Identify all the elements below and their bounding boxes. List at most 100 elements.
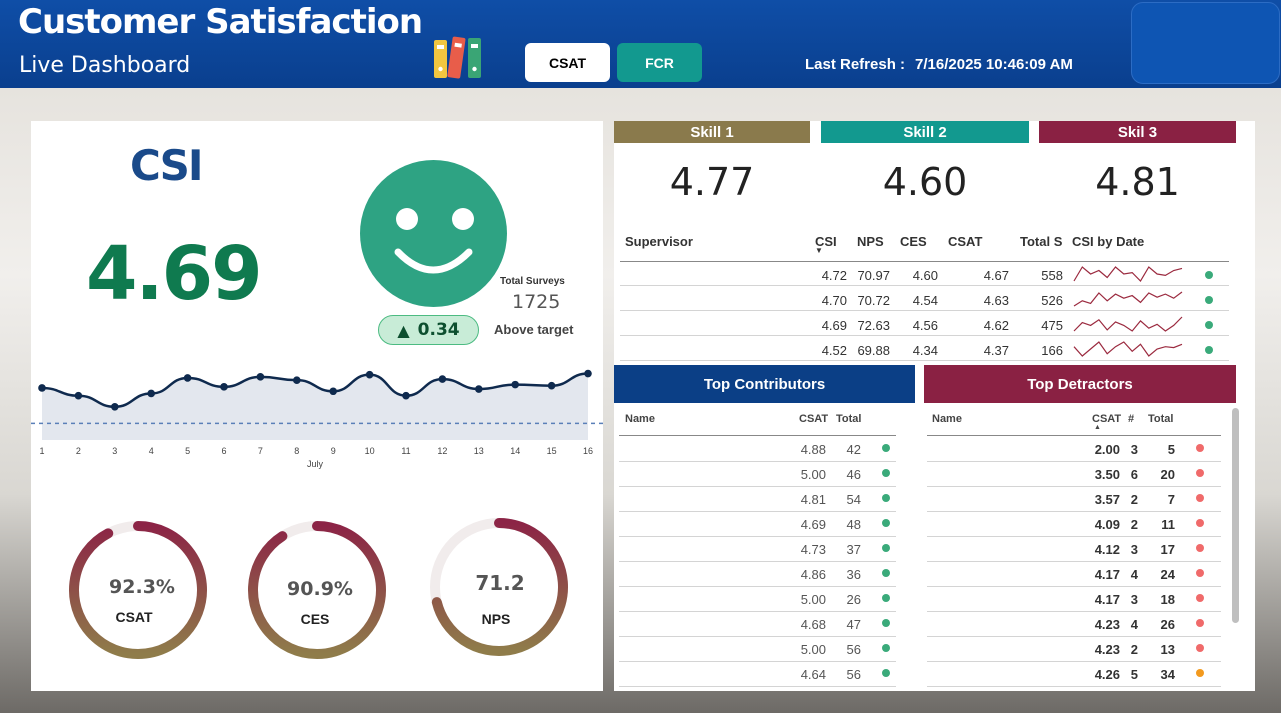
cell-total: 26: [846, 592, 861, 607]
cell-nps: 69.88: [857, 343, 890, 358]
status-dot: [1205, 346, 1213, 354]
col-csat[interactable]: CSAT: [948, 234, 982, 249]
header-divider: [620, 261, 1229, 262]
col-total[interactable]: Total S: [1020, 234, 1062, 249]
smiley-face-icon: [360, 160, 507, 307]
row-divider: [927, 686, 1221, 687]
status-dot: [1196, 594, 1204, 602]
status-dot: [882, 644, 890, 652]
x-tick-label: 14: [510, 446, 520, 456]
cell-total: 558: [1041, 268, 1063, 283]
refresh-label: Last Refresh :: [805, 56, 906, 73]
trend-point: [293, 376, 301, 384]
x-tick-label: 4: [149, 446, 154, 456]
detract-header-divider: [927, 435, 1221, 436]
x-tick-label: 16: [583, 446, 593, 456]
row-divider: [619, 536, 896, 537]
sparkline: [1073, 266, 1183, 282]
status-dot: [882, 544, 890, 552]
gauge-nps: 71.2 NPS: [430, 518, 568, 656]
cell-csat: 4.81: [800, 492, 826, 507]
x-tick-label: 5: [185, 446, 190, 456]
csi-trend-chart: July 1 2 3 4 5 6 7 8 9 10 11 12 13 14 15 16: [31, 369, 603, 469]
status-dot: [882, 469, 890, 477]
contrib-col-csat[interactable]: CSAT: [799, 413, 828, 425]
col-nps[interactable]: NPS: [857, 234, 884, 249]
cell-csat: 4.26: [1094, 667, 1120, 682]
gauge-label: CES: [301, 611, 330, 627]
cell-csat: 5.00: [800, 467, 826, 482]
top-detractors-header: Top Detractors: [924, 365, 1236, 403]
x-tick-label: 12: [437, 446, 447, 456]
cell-csat: 4.63: [983, 293, 1009, 308]
x-tick-label: 1: [39, 446, 44, 456]
status-dot: [882, 619, 890, 627]
row-divider: [927, 586, 1221, 587]
col-ces[interactable]: CES: [900, 234, 927, 249]
row-divider: [927, 511, 1221, 512]
header-logo-box: [1131, 2, 1280, 84]
contrib-col-total[interactable]: Total: [836, 413, 861, 425]
detract-col-name[interactable]: Name: [932, 413, 962, 425]
trend-point: [256, 373, 265, 381]
gauge-value: 90.9%: [287, 578, 353, 600]
trend-point: [38, 384, 46, 392]
trend-point: [475, 385, 483, 393]
x-tick-label: 7: [258, 446, 263, 456]
gauge-label: CSAT: [115, 609, 153, 625]
cell-total: 24: [1160, 567, 1175, 582]
header-bar: Customer Satisfaction Live Dashboard CSA…: [0, 0, 1281, 88]
contrib-col-name[interactable]: Name: [625, 413, 655, 425]
total-surveys-value: 1725: [512, 291, 561, 313]
x-tick-label: 10: [365, 446, 375, 456]
tab-fcr[interactable]: FCR: [617, 43, 702, 82]
detract-col-count[interactable]: #: [1128, 413, 1134, 425]
contrib-header-divider: [619, 435, 896, 436]
last-refresh: Last Refresh : 7/16/2025 10:46:09 AM: [805, 56, 1073, 73]
trend-point: [365, 370, 374, 379]
cell-total: 36: [846, 567, 861, 582]
cell-csat: 4.64: [800, 667, 826, 682]
row-divider: [619, 461, 896, 462]
sparkline-path: [1073, 341, 1183, 357]
cell-csat: 4.68: [800, 617, 826, 632]
books-icon: [434, 36, 481, 79]
status-dot: [1205, 296, 1213, 304]
col-supervisor[interactable]: Supervisor: [625, 234, 693, 249]
status-dot: [1196, 619, 1204, 627]
cell-count: 5: [1130, 667, 1138, 682]
detract-col-total[interactable]: Total: [1148, 413, 1173, 425]
x-tick-label: 8: [294, 446, 299, 456]
status-dot: [882, 569, 890, 577]
row-divider: [619, 636, 896, 637]
row-divider: [619, 586, 896, 587]
trend-point: [547, 381, 556, 390]
col-csi-by-date[interactable]: CSI by Date: [1072, 234, 1144, 249]
cell-total: 475: [1041, 318, 1063, 333]
cell-csat: 4.73: [800, 542, 826, 557]
skill-1-header: Skill 1: [614, 121, 810, 143]
row-divider: [619, 686, 896, 687]
cell-nps: 70.72: [857, 293, 890, 308]
trend-point: [402, 391, 410, 400]
detractors-scrollbar[interactable]: [1232, 408, 1239, 623]
cell-csat: 5.00: [800, 642, 826, 657]
cell-total: 18: [1160, 592, 1175, 607]
cell-total: 13: [1160, 642, 1175, 657]
row-divider: [927, 536, 1221, 537]
row-divider: [927, 486, 1221, 487]
cell-total: 37: [846, 542, 861, 557]
cell-csat: 4.86: [800, 567, 826, 582]
tab-csat[interactable]: CSAT: [525, 43, 610, 82]
status-dot: [882, 494, 890, 502]
cell-nps: 70.97: [857, 268, 890, 283]
cell-total: 47: [846, 617, 861, 632]
row-divider: [927, 636, 1221, 637]
cell-total: 54: [846, 492, 861, 507]
cell-csat: 4.17: [1094, 567, 1120, 582]
cell-csat: 4.12: [1094, 542, 1120, 557]
row-divider: [620, 335, 1229, 336]
gauge-ces: 90.9% CES: [248, 521, 386, 659]
gauge-value: 92.3%: [109, 576, 175, 598]
cell-csat: 4.23: [1094, 617, 1120, 632]
